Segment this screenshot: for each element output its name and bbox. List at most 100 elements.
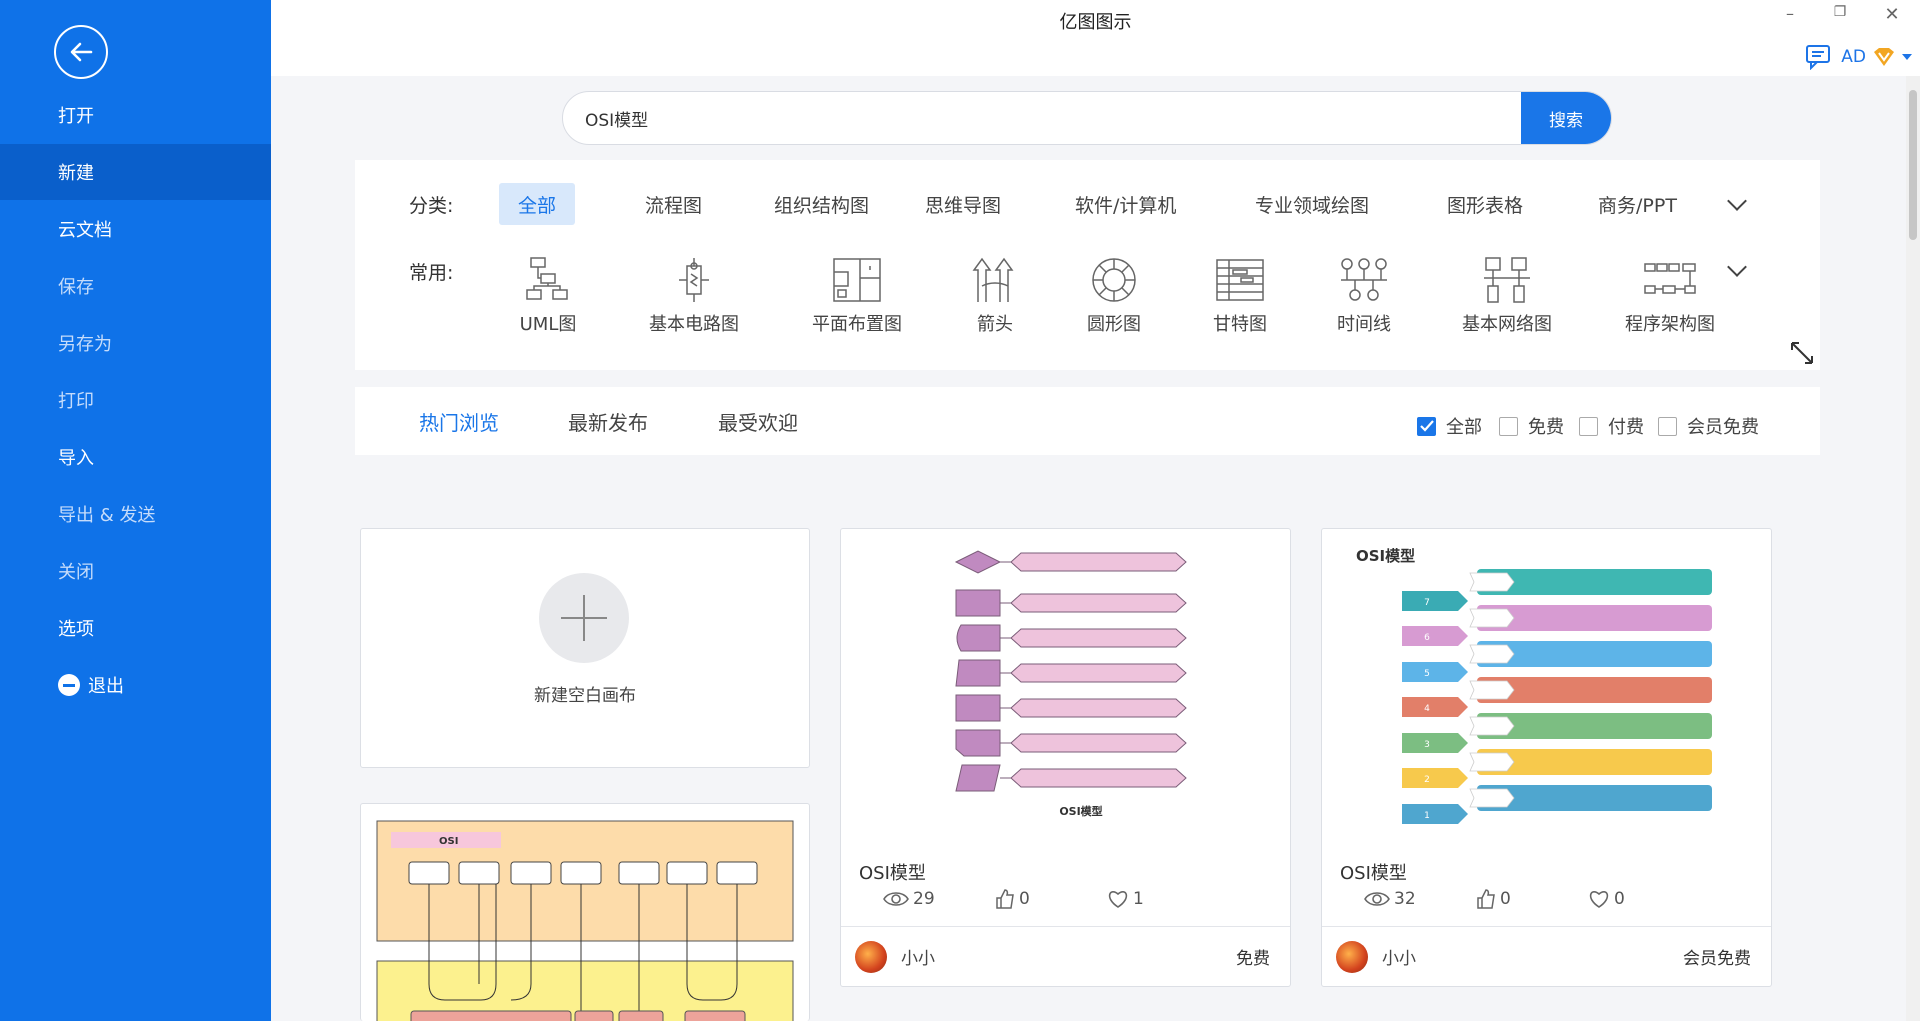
search-input[interactable] — [563, 92, 1521, 144]
menu-label: 新建 — [58, 163, 94, 184]
common-uml[interactable]: UML图 — [488, 256, 608, 336]
close-button[interactable]: ✕ — [1877, 4, 1907, 25]
program-architecture-icon — [1644, 263, 1696, 294]
menu-label: 保存 — [58, 277, 94, 298]
filter-all-checkbox[interactable]: 全部 — [1417, 413, 1482, 439]
author-name[interactable]: 小小 — [901, 944, 1236, 969]
back-button[interactable] — [54, 25, 108, 79]
menu-print[interactable]: 打印 — [0, 372, 271, 428]
category-business-ppt[interactable]: 商务/PPT — [1579, 183, 1696, 225]
restore-button[interactable]: ❐ — [1825, 4, 1855, 20]
template-card[interactable]: OSI模型 7 6 5 4 3 2 1 OSI模型 32 0 0 小小 会员免费 — [1321, 528, 1772, 987]
common-program-arch[interactable]: 程序架构图 — [1610, 256, 1730, 336]
osi-layer-number: 4 — [1424, 704, 1430, 714]
views-stat: 29 — [883, 889, 995, 909]
avatar[interactable] — [855, 940, 887, 973]
plus-icon — [539, 573, 629, 663]
new-canvas-label: 新建空白画布 — [534, 686, 636, 706]
category-professional[interactable]: 专业领域绘图 — [1236, 183, 1388, 225]
category-label: 分类: — [409, 195, 454, 217]
likes-stat[interactable]: 0 — [995, 889, 1107, 909]
common-arrow[interactable]: 箭头 — [935, 256, 1055, 336]
common-circle[interactable]: 圆形图 — [1054, 256, 1174, 336]
views-count: 32 — [1394, 889, 1416, 909]
tab-hot[interactable]: 热门浏览 — [419, 407, 499, 436]
views-count: 29 — [913, 889, 935, 909]
menu-options[interactable]: 选项 — [0, 600, 271, 656]
tab-latest[interactable]: 最新发布 — [568, 407, 648, 436]
menu-export-send[interactable]: 导出 & 发送 — [0, 486, 271, 542]
new-blank-canvas-card[interactable]: 新建空白画布 — [360, 528, 810, 768]
likes-stat[interactable]: 0 — [1476, 889, 1588, 909]
checkbox-icon — [1499, 416, 1518, 436]
scrollbar-thumb[interactable] — [1909, 90, 1917, 240]
menu-label: 退出 — [88, 676, 124, 697]
osi-layer-number: 5 — [1424, 669, 1430, 679]
filter-paid-checkbox[interactable]: 付费 — [1579, 413, 1644, 439]
checkbox-checked-icon — [1417, 416, 1436, 436]
common-circuit[interactable]: 基本电路图 — [634, 256, 754, 336]
filter-free-checkbox[interactable]: 免费 — [1499, 413, 1564, 439]
circular-diagram-icon — [1092, 258, 1136, 302]
menu-label: 导入 — [58, 448, 94, 469]
thumbs-up-icon — [1477, 889, 1495, 909]
scrollbar[interactable] — [1906, 76, 1920, 1021]
minimize-button[interactable]: – — [1775, 4, 1805, 23]
title-bar: 亿图图示 – ❐ ✕ AD — [271, 0, 1920, 76]
likes-count: 0 — [1500, 889, 1511, 909]
menu-label: 选项 — [58, 619, 94, 640]
common-label-text: 基本网络图 — [1462, 314, 1552, 335]
category-software[interactable]: 软件/计算机 — [1056, 183, 1195, 225]
template-title: OSI模型 — [1340, 863, 1407, 884]
menu-exit[interactable]: 退出 — [0, 657, 271, 713]
menu-label: 关闭 — [58, 562, 94, 583]
menu-save[interactable]: 保存 — [0, 258, 271, 314]
common-gantt[interactable]: 甘特图 — [1180, 256, 1300, 336]
app-title: 亿图图示 — [1059, 12, 1132, 33]
category-all[interactable]: 全部 — [499, 183, 576, 225]
favs-stat[interactable]: 0 — [1588, 889, 1700, 909]
filter-vip-free-checkbox[interactable]: 会员免费 — [1658, 413, 1759, 439]
common-network[interactable]: 基本网络图 — [1447, 256, 1567, 336]
account-area[interactable]: AD — [1805, 44, 1912, 70]
category-flowchart[interactable]: 流程图 — [626, 183, 721, 225]
menu-label: 打印 — [58, 391, 94, 412]
menu-cloud-docs[interactable]: 云文档 — [0, 201, 271, 257]
exit-icon — [58, 674, 80, 696]
author-name[interactable]: 小小 — [1382, 944, 1683, 969]
menu-new[interactable]: 新建 — [0, 144, 271, 200]
chevron-down-icon[interactable] — [1727, 257, 1747, 277]
heart-icon — [1108, 891, 1128, 908]
menu-open[interactable]: 打开 — [0, 87, 271, 143]
card-footer: 小小 会员免费 — [1322, 926, 1771, 986]
menu-close[interactable]: 关闭 — [0, 543, 271, 599]
arrow-left-icon — [70, 42, 93, 62]
common-floor-plan[interactable]: 平面布置图 — [797, 256, 917, 336]
eye-icon — [883, 892, 909, 906]
avatar[interactable] — [1336, 940, 1368, 973]
common-label-text: 程序架构图 — [1625, 314, 1715, 335]
category-mind-map[interactable]: 思维导图 — [906, 183, 1020, 225]
gantt-icon — [1216, 259, 1264, 301]
common-timeline[interactable]: 时间线 — [1304, 256, 1424, 336]
common-label-text: 基本电路图 — [649, 314, 739, 335]
sidebar: 打开 新建 云文档 保存 另存为 打印 导入 导出 & 发送 关闭 选项 退出 — [0, 0, 271, 1021]
checkbox-label: 免费 — [1528, 417, 1564, 438]
template-card[interactable]: OSI模型 OSI模型 29 0 1 小小 免费 — [840, 528, 1291, 987]
expand-icon[interactable] — [1789, 340, 1815, 366]
template-stats: 29 0 1 — [883, 889, 1219, 909]
template-card[interactable]: OSI — [360, 803, 810, 1021]
search-button[interactable]: 搜索 — [1521, 92, 1611, 144]
favs-stat[interactable]: 1 — [1107, 889, 1219, 909]
common-label-text: 箭头 — [977, 314, 1013, 335]
menu-import[interactable]: 导入 — [0, 429, 271, 485]
views-stat: 32 — [1364, 889, 1476, 909]
chevron-down-icon[interactable] — [1727, 191, 1747, 211]
card-footer: 小小 免费 — [841, 926, 1290, 986]
category-graphic-table[interactable]: 图形表格 — [1428, 183, 1542, 225]
eye-icon — [1364, 892, 1390, 906]
menu-save-as[interactable]: 另存为 — [0, 315, 271, 371]
thumbnail-caption: OSI模型 — [1059, 804, 1102, 818]
category-org-chart[interactable]: 组织结构图 — [755, 183, 888, 225]
tab-popular[interactable]: 最受欢迎 — [718, 407, 798, 436]
